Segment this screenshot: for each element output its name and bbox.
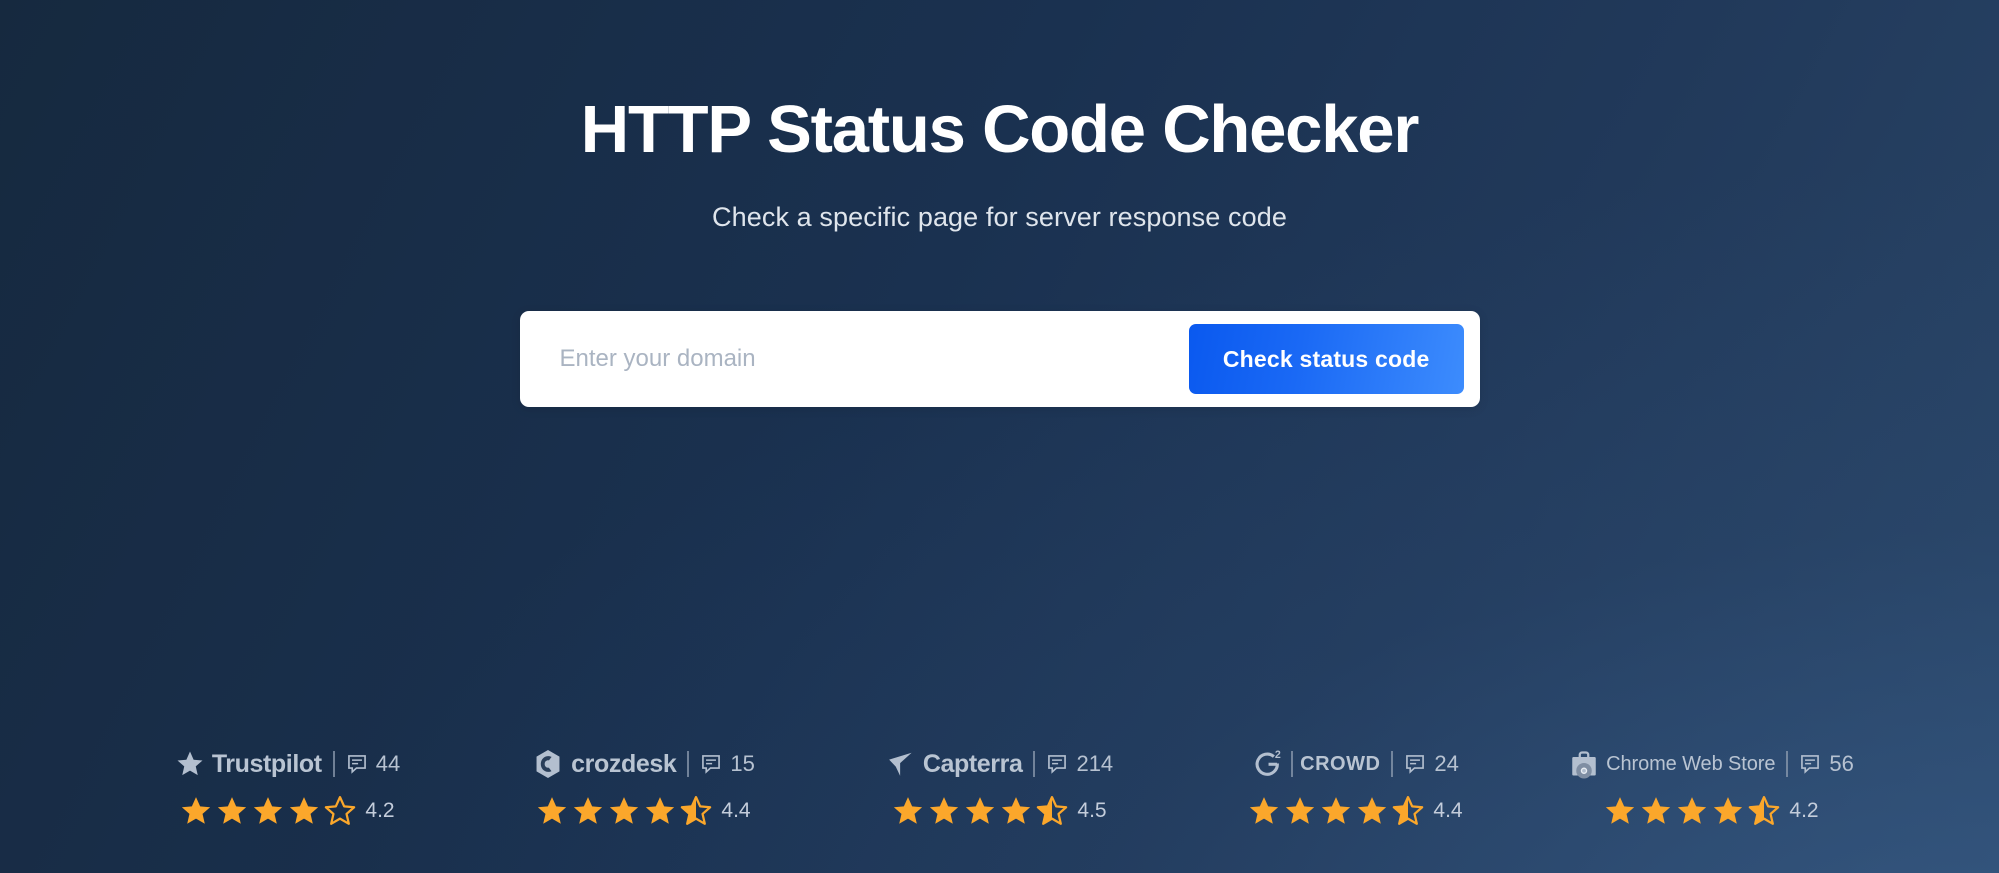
star-full-icon: [1640, 795, 1672, 827]
brand-lockup: crozdesk: [532, 748, 677, 780]
brand-name: Chrome Web Store: [1606, 752, 1776, 775]
star-full-icon: [1000, 795, 1032, 827]
comment-icon: [1404, 753, 1426, 775]
star-rating: [892, 795, 1068, 827]
badge-header: 2 CROWD 24: [1252, 747, 1459, 781]
star-full-icon: [892, 795, 924, 827]
star-full-icon: [1284, 795, 1316, 827]
comment-icon: [1799, 753, 1821, 775]
search-input[interactable]: [519, 329, 1189, 389]
brand-lockup: 2 CROWD: [1252, 748, 1380, 780]
badge-rating-row: 4.2: [1604, 795, 1819, 827]
star-full-icon: [1676, 795, 1708, 827]
brand-name: CROWD: [1300, 752, 1381, 775]
star-full-icon: [216, 795, 248, 827]
star-full-icon: [608, 795, 640, 827]
star-full-icon: [1356, 795, 1388, 827]
star-full-icon: [536, 795, 568, 827]
page-title: HTTP Status Code Checker: [580, 92, 1420, 167]
hero-section: HTTP Status Code Checker Check a specifi…: [0, 96, 1999, 233]
star-full-icon: [572, 795, 604, 827]
check-status-code-button[interactable]: Check status code: [1188, 324, 1464, 394]
star-full-icon: [964, 795, 996, 827]
star-rating: [536, 795, 712, 827]
badge-rating-row: 4.2: [180, 795, 395, 827]
star-rating: [1248, 795, 1424, 827]
review-count-group: 44: [346, 751, 400, 777]
star-rating: [180, 795, 356, 827]
comment-icon: [346, 753, 368, 775]
brand-name: crozdesk: [571, 749, 677, 778]
rating-value: 4.2: [1789, 799, 1819, 822]
review-count-group: 15: [700, 751, 755, 777]
star-half-icon: [1392, 795, 1424, 827]
capterra-arrow-icon: [886, 749, 916, 779]
star-empty-icon: [324, 795, 356, 827]
separator: [1033, 751, 1036, 777]
comment-icon: [700, 753, 722, 775]
star-full-icon: [1604, 795, 1636, 827]
review-count: 44: [375, 751, 401, 776]
rating-value: 4.2: [365, 799, 395, 822]
rating-value: 4.4: [721, 799, 751, 822]
badge-header: Capterra 214: [886, 747, 1113, 781]
rating-value: 4.5: [1077, 799, 1107, 822]
separator: [687, 751, 690, 777]
star-full-icon: [1320, 795, 1352, 827]
page-subtitle: Check a specific page for server respons…: [712, 202, 1287, 232]
review-count: 24: [1434, 751, 1459, 776]
review-badges: Trustpilot 44 4.2 crozdesk 15 4.4 Capter…: [0, 723, 1999, 873]
star-half-icon: [1036, 795, 1068, 827]
star-full-icon: [1712, 795, 1744, 827]
review-badge-chrome-web-store[interactable]: Chrome Web Store 56 4.2: [1534, 747, 1890, 827]
review-count: 56: [1829, 751, 1854, 776]
badge-header: Chrome Web Store 56: [1569, 747, 1854, 781]
badge-rating-row: 4.5: [892, 795, 1107, 827]
brand-lockup: Capterra: [886, 749, 1023, 779]
star-full-icon: [928, 795, 960, 827]
brand-lockup: Chrome Web Store: [1569, 749, 1775, 779]
review-count-group: 56: [1799, 751, 1854, 777]
chrome-web-store-bag-icon: [1569, 749, 1599, 779]
trustpilot-star-icon: [175, 749, 205, 779]
star-full-icon: [644, 795, 676, 827]
comment-icon: [1046, 753, 1068, 775]
review-count-group: 214: [1046, 751, 1113, 777]
crozdesk-hexagon-icon: [532, 748, 564, 780]
logo-divider: [1291, 751, 1294, 777]
g2-crowd-icon: 2: [1252, 748, 1284, 780]
rating-value: 4.4: [1433, 799, 1463, 822]
star-full-icon: [288, 795, 320, 827]
page-root: HTTP Status Code Checker Check a specifi…: [0, 0, 1999, 873]
separator: [1786, 751, 1789, 777]
star-rating: [1604, 795, 1780, 827]
badge-header: crozdesk 15: [532, 747, 755, 781]
review-count: 214: [1076, 751, 1114, 776]
review-count-group: 24: [1404, 751, 1459, 777]
separator: [1391, 751, 1394, 777]
badge-header: Trustpilot 44: [175, 747, 400, 781]
search-bar: Check status code: [519, 311, 1480, 407]
brand-name: Capterra: [922, 749, 1023, 778]
svg-text:2: 2: [1275, 749, 1281, 761]
badge-rating-row: 4.4: [1248, 795, 1463, 827]
star-full-icon: [252, 795, 284, 827]
star-full-icon: [1248, 795, 1280, 827]
review-count: 15: [730, 751, 755, 776]
star-half-icon: [1748, 795, 1780, 827]
review-badge-trustpilot[interactable]: Trustpilot 44 4.2: [110, 747, 466, 827]
review-badge-crozdesk[interactable]: crozdesk 15 4.4: [466, 747, 822, 827]
star-full-icon: [180, 795, 212, 827]
star-half-icon: [680, 795, 712, 827]
review-badge-g2crowd[interactable]: 2 CROWD 24 4.4: [1178, 747, 1534, 827]
brand-lockup: Trustpilot: [175, 749, 322, 779]
brand-name: Trustpilot: [211, 749, 322, 778]
badge-rating-row: 4.4: [536, 795, 751, 827]
review-badge-capterra[interactable]: Capterra 214 4.5: [822, 747, 1178, 827]
separator: [332, 751, 335, 777]
